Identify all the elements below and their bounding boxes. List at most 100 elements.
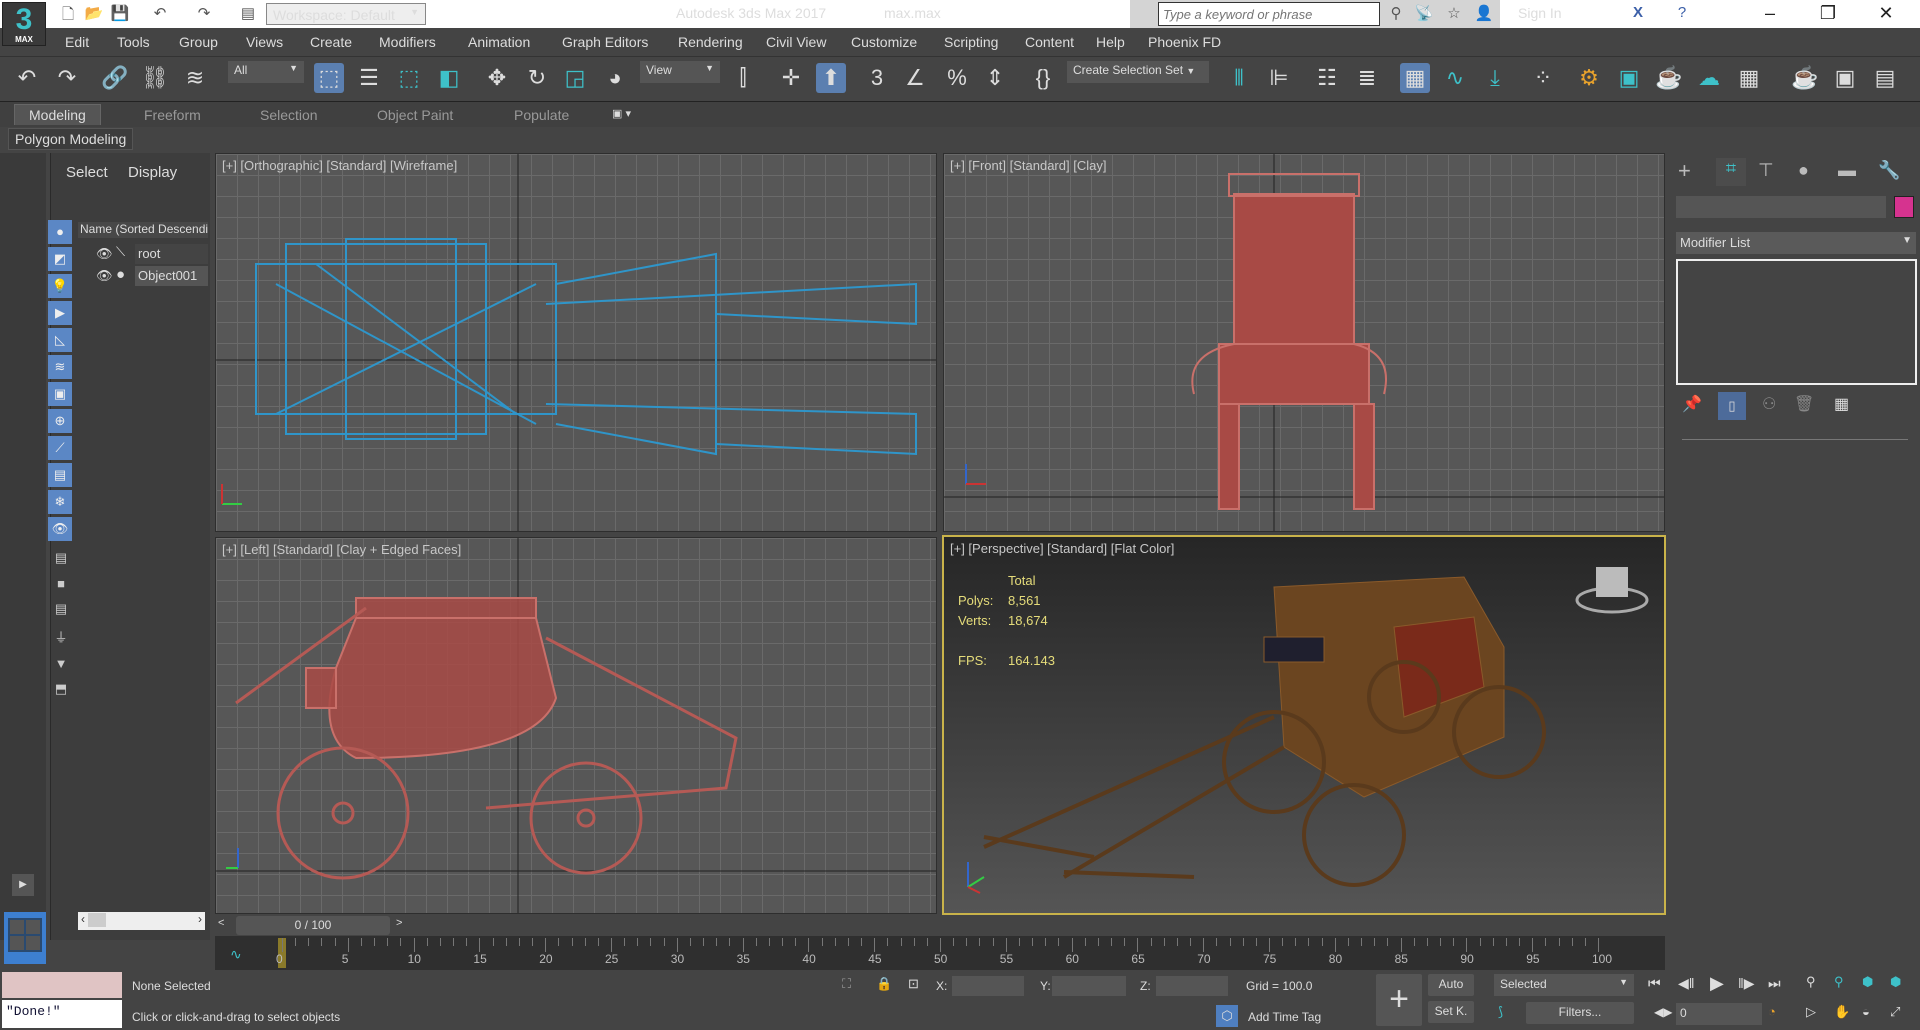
panel-icon[interactable]: ▤: [1870, 63, 1900, 93]
ribbon-toggle-icon[interactable]: ▦: [1400, 63, 1430, 93]
restore-button[interactable]: ❐: [1808, 3, 1848, 24]
default-tangent-icon[interactable]: ⟆: [1498, 1004, 1503, 1020]
expand-arrow-icon[interactable]: ▶: [12, 874, 34, 896]
make-unique-icon[interactable]: ⚇: [1762, 394, 1776, 414]
zoom-all-icon[interactable]: ⚲: [1834, 974, 1844, 990]
menu-content[interactable]: Content: [1025, 34, 1074, 50]
new-file-icon[interactable]: 🗋: [58, 4, 78, 24]
bones-filter-icon[interactable]: ⟋: [48, 436, 72, 460]
menu-graph-editors[interactable]: Graph Editors: [562, 34, 648, 50]
utilities-tab-icon[interactable]: 🔧: [1878, 160, 1900, 181]
select-by-name-icon[interactable]: ☰: [354, 63, 384, 93]
snap-toggle-icon[interactable]: 3: [862, 63, 892, 93]
menu-phoenix-fd[interactable]: Phoenix FD: [1148, 34, 1221, 50]
exchange-icon[interactable]: X: [1628, 4, 1648, 24]
menu-tools[interactable]: Tools: [117, 34, 150, 50]
menu-customize[interactable]: Customize: [851, 34, 917, 50]
visibility-eye-icon[interactable]: 👁: [96, 246, 113, 262]
percent-snap-icon[interactable]: %: [942, 63, 972, 93]
scene-explorer-icon[interactable]: ☷: [1312, 63, 1342, 93]
redo-icon[interactable]: ↷: [194, 4, 214, 24]
sign-in-button[interactable]: Sign In: [1518, 5, 1562, 21]
isolate-selection-icon[interactable]: ⛶: [842, 976, 851, 992]
hidden-filter-icon[interactable]: 👁: [48, 517, 72, 541]
project-icon[interactable]: ▤: [238, 4, 258, 24]
satellite-icon[interactable]: 📡: [1414, 4, 1434, 24]
field-of-view-icon[interactable]: ▷: [1806, 1004, 1816, 1020]
play-icon[interactable]: ▶: [1710, 973, 1724, 994]
explorer-horizontal-scrollbar[interactable]: ‹ ›: [78, 912, 205, 930]
spacewarps-filter-icon[interactable]: ≋: [48, 355, 72, 379]
explorer-display-menu[interactable]: Display: [128, 164, 177, 181]
display-influences-icon[interactable]: ■: [48, 576, 74, 591]
curve-editor-icon[interactable]: ∿: [1440, 63, 1470, 93]
open-file-icon[interactable]: 📂: [84, 4, 104, 24]
menu-civil-view[interactable]: Civil View: [766, 34, 826, 50]
select-manipulate-icon[interactable]: ✛: [776, 63, 806, 93]
align-icon[interactable]: ⊫: [1264, 63, 1294, 93]
scene-item-root[interactable]: root: [135, 244, 208, 264]
configure-modifier-sets-icon[interactable]: ▦: [1834, 394, 1849, 414]
zoom-icon[interactable]: ⚲: [1806, 974, 1816, 990]
display-children-icon[interactable]: ▤: [48, 550, 74, 566]
move-icon[interactable]: ✥: [482, 63, 512, 93]
name-column-header[interactable]: Name (Sorted Descending): [78, 222, 208, 238]
modifier-stack[interactable]: [1676, 259, 1917, 385]
rotate-icon[interactable]: ↻: [522, 63, 552, 93]
menu-animation[interactable]: Animation: [468, 34, 530, 50]
minimize-button[interactable]: –: [1750, 3, 1790, 24]
window-crossing-icon[interactable]: ◧: [434, 63, 464, 93]
pin-stack-icon[interactable]: 📌: [1682, 394, 1702, 414]
helpers-filter-icon[interactable]: ◺: [48, 328, 72, 352]
workspace-dropdown[interactable]: Workspace: Default ▼: [266, 3, 426, 25]
rendered-frame-window-icon[interactable]: ▣: [1614, 63, 1644, 93]
scroll-right-icon[interactable]: ›: [195, 912, 205, 926]
menu-help[interactable]: Help: [1096, 34, 1125, 50]
scene-item-object001[interactable]: Object001: [135, 266, 208, 286]
spinner-snap-icon[interactable]: ⇕: [980, 63, 1010, 93]
layer-explorer-icon[interactable]: ≣: [1352, 63, 1382, 93]
lights-filter-icon[interactable]: 💡: [48, 274, 72, 298]
display-dependents-icon[interactable]: ▤: [48, 601, 74, 617]
display-tab-icon[interactable]: ▬: [1838, 160, 1856, 181]
groups-filter-icon[interactable]: ▣: [48, 382, 72, 406]
tab-populate[interactable]: Populate: [514, 107, 569, 123]
keyboard-shortcut-override-icon[interactable]: ⬆: [816, 63, 846, 93]
app-logo-button[interactable]: 3 MAX: [2, 2, 46, 46]
next-frame-icon[interactable]: >: [396, 917, 402, 929]
y-coordinate-field[interactable]: [1052, 976, 1126, 996]
ribbon-options-icon[interactable]: ▣ ▾: [612, 107, 631, 120]
select-object-icon[interactable]: ⬚: [314, 63, 344, 93]
x-coordinate-field[interactable]: [952, 976, 1024, 996]
motion-tab-icon[interactable]: ●: [1798, 160, 1809, 181]
save-icon[interactable]: 💾: [110, 4, 130, 24]
viewport-front[interactable]: [+] [Front] [Standard] [Clay]: [943, 153, 1665, 532]
add-time-tag-button[interactable]: Add Time Tag: [1248, 1010, 1321, 1024]
curve-editor-mini-icon[interactable]: ∿: [230, 946, 242, 963]
render-window-icon[interactable]: ▣: [1830, 63, 1860, 93]
selection-filter-dropdown[interactable]: All ▼: [228, 61, 304, 83]
containers-filter-icon[interactable]: ▤: [48, 463, 72, 487]
time-slider-thumb[interactable]: 0 / 100: [236, 916, 390, 935]
tab-freeform[interactable]: Freeform: [144, 107, 201, 123]
go-to-end-icon[interactable]: ⏭: [1768, 975, 1781, 992]
edit-named-selection-icon[interactable]: {}: [1028, 63, 1058, 93]
explorer-select-menu[interactable]: Select: [66, 164, 108, 181]
time-configuration-icon[interactable]: ◔: [1768, 1004, 1776, 1019]
object-color-swatch[interactable]: [1894, 196, 1914, 218]
key-filter-dropdown[interactable]: Selected ▼: [1494, 974, 1634, 996]
placement-icon[interactable]: ◕: [600, 63, 630, 93]
link-icon[interactable]: 🔗: [100, 63, 130, 93]
menu-edit[interactable]: Edit: [65, 34, 89, 50]
scale-icon[interactable]: ◲: [560, 63, 590, 93]
key-mode-toggle-icon[interactable]: ◀▶: [1654, 1005, 1672, 1019]
undo-icon[interactable]: ↶: [12, 63, 42, 93]
render-setup-icon[interactable]: ⚙: [1574, 63, 1604, 93]
menu-rendering[interactable]: Rendering: [678, 34, 743, 50]
filter-toggle-icon[interactable]: ⏚: [48, 627, 74, 646]
star-icon[interactable]: ☆: [1444, 4, 1464, 24]
viewcube-icon[interactable]: [1575, 567, 1649, 614]
z-coordinate-field[interactable]: [1156, 976, 1228, 996]
geometry-filter-icon[interactable]: ●: [48, 220, 72, 244]
viewport-left[interactable]: [+] [Left] [Standard] [Clay + Edged Face…: [215, 537, 937, 914]
